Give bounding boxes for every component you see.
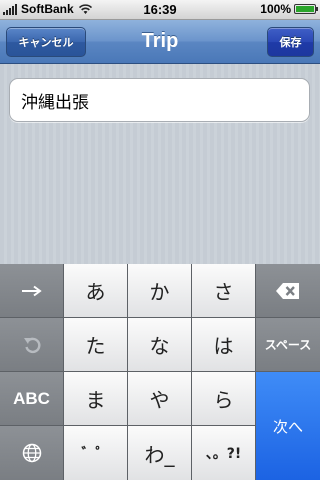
- kana-key-ta[interactable]: た: [64, 318, 128, 372]
- delete-key[interactable]: [256, 264, 320, 318]
- battery-percent: 100%: [260, 2, 291, 16]
- kana-key-ha[interactable]: は: [192, 318, 256, 372]
- kana-key-wa[interactable]: わ_: [128, 426, 192, 480]
- punctuation-key[interactable]: 、。?!: [192, 426, 256, 480]
- kana-key-ra[interactable]: ら: [192, 372, 256, 426]
- globe-icon: [22, 443, 41, 463]
- next-key[interactable]: 次へ: [256, 372, 320, 480]
- kana-key-ma[interactable]: ま: [64, 372, 128, 426]
- battery-icon: [294, 4, 318, 14]
- status-bar: SoftBank 16:39 100%: [0, 0, 320, 20]
- kana-key-a[interactable]: あ: [64, 264, 128, 318]
- arrow-right-icon: [21, 285, 42, 296]
- kana-key-ya[interactable]: や: [128, 372, 192, 426]
- cursor-next-key[interactable]: [0, 264, 64, 318]
- battery-area: 100%: [260, 2, 318, 16]
- abc-key[interactable]: ABC: [0, 372, 64, 426]
- undo-icon: [23, 337, 40, 353]
- dakuten-key[interactable]: ゛゜: [64, 426, 128, 480]
- abc-key-label: ABC: [13, 388, 50, 408]
- navigation-bar: キャンセル Trip 保存: [0, 20, 320, 64]
- space-key[interactable]: スペース: [256, 318, 320, 372]
- kana-key-ka[interactable]: か: [128, 264, 192, 318]
- punctuation-key-label: 、。?!: [205, 446, 242, 462]
- trip-name-field[interactable]: 沖縄出張: [9, 78, 310, 122]
- backspace-icon: [276, 282, 299, 299]
- kana-key-na[interactable]: な: [128, 318, 192, 372]
- space-key-label: スペース: [264, 338, 312, 352]
- undo-key[interactable]: [0, 318, 64, 372]
- globe-key[interactable]: [0, 426, 64, 480]
- kana-key-sa[interactable]: さ: [192, 264, 256, 318]
- dakuten-key-label: ゛゜: [81, 446, 110, 462]
- battery-level: [296, 6, 314, 12]
- japanese-kana-keyboard: ABC あ か さ た な は ま や ら ゛゜ わ_ 、。?! スペース 次へ: [0, 264, 320, 480]
- save-button[interactable]: 保存: [267, 27, 314, 57]
